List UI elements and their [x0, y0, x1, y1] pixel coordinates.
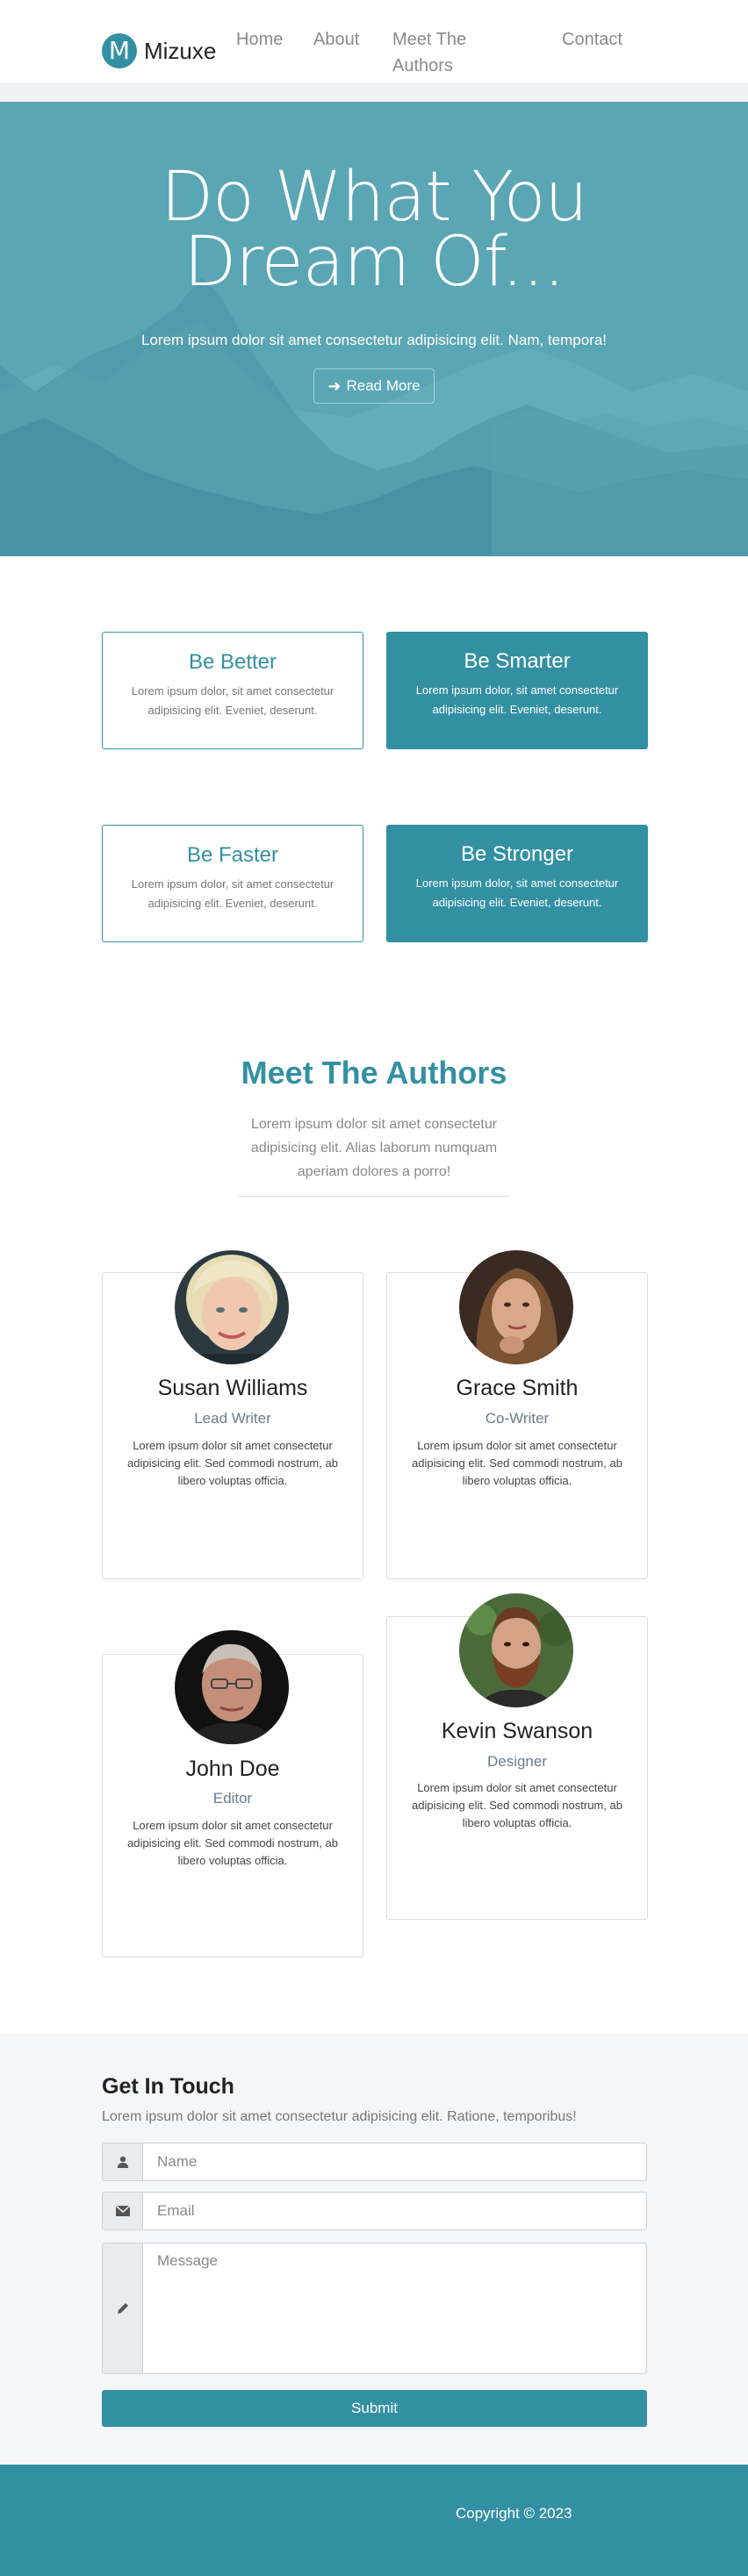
author-bio: Lorem ipsum dolor sit amet consectetur a… — [412, 1439, 622, 1487]
feature-text: Lorem ipsum dolor, sit amet consectetur … — [415, 877, 619, 909]
nav-link-contact[interactable]: Contact — [562, 26, 622, 53]
nav-link-about[interactable]: About — [313, 26, 359, 53]
avatar-image — [459, 1593, 573, 1707]
pencil-icon — [103, 2243, 143, 2373]
feature-box-stronger: Be Stronger Lorem ipsum dolor, sit amet … — [386, 825, 648, 942]
author-bio: Lorem ipsum dolor sit amet consectetur a… — [412, 1781, 622, 1829]
feature-box-better: Be Better Lorem ipsum dolor, sit amet co… — [102, 632, 363, 749]
author-avatar-grace — [459, 1250, 573, 1364]
contact-section: Get In Touch Lorem ipsum dolor sit amet … — [0, 2034, 748, 2465]
read-more-button[interactable]: ➜ Read More — [313, 369, 435, 404]
navbar-shadow-strip — [0, 82, 748, 102]
feature-box-faster: Be Faster Lorem ipsum dolor, sit amet co… — [102, 825, 363, 942]
feature-text: Lorem ipsum dolor, sit amet consectetur … — [131, 877, 334, 910]
copyright-text: Copyright © 2023 — [456, 2505, 572, 2522]
authors-subtitle: Lorem ipsum dolor sit amet consectetur a… — [250, 1117, 498, 1179]
author-role: Designer — [486, 1753, 548, 1770]
email-input[interactable]: Email — [143, 2193, 646, 2229]
feature-title: Be Better — [188, 650, 277, 674]
author-name: Kevin Swanson — [441, 1719, 593, 1743]
author-role: Lead Writer — [194, 1410, 271, 1427]
arrow-right-icon: ➜ — [327, 376, 342, 395]
author-name: John Doe — [185, 1757, 280, 1781]
email-input-group: Email — [102, 2192, 647, 2230]
read-more-label: Read More — [346, 377, 421, 394]
feature-title: Be Smarter — [464, 649, 571, 673]
feature-text: Lorem ipsum dolor, sit amet consectetur … — [415, 683, 619, 716]
author-bio: Lorem ipsum dolor sit amet consectetur a… — [127, 1819, 338, 1867]
name-input-group: Name — [102, 2143, 647, 2181]
nav-link-authors[interactable]: Meet The Authors — [392, 26, 466, 79]
footer: Copyright © 2023 — [0, 2465, 748, 2576]
hero-title-line2: Dream Of... — [183, 223, 565, 302]
message-textarea[interactable]: Message — [143, 2243, 646, 2373]
contact-title: Get In Touch — [102, 2074, 234, 2099]
author-role: Editor — [212, 1790, 253, 1807]
authors-title: Meet The Authors — [241, 1055, 507, 1091]
brand-name: Mizuxe — [144, 37, 217, 64]
hero-section: Do What You Dream Of... Lorem ipsum dolo… — [0, 102, 748, 556]
submit-button[interactable]: Submit — [102, 2390, 647, 2427]
name-input[interactable]: Name — [143, 2143, 646, 2180]
nav-link-authors-line1: Meet The — [392, 30, 467, 49]
brand[interactable]: M Mizuxe — [102, 33, 216, 68]
message-input-group: Message — [102, 2243, 647, 2374]
navbar: M Mizuxe Home About Meet The Authors Con… — [0, 0, 748, 82]
author-name: Susan Williams — [157, 1376, 308, 1400]
avatar-image — [175, 1250, 289, 1364]
author-avatar-kevin — [459, 1593, 573, 1707]
feature-title: Be Stronger — [460, 842, 574, 866]
authors-divider — [239, 1196, 509, 1197]
feature-title: Be Faster — [186, 843, 279, 867]
avatar-image — [175, 1630, 289, 1744]
avatar-image — [459, 1250, 573, 1364]
author-role: Co-Writer — [485, 1410, 550, 1427]
envelope-icon — [103, 2193, 143, 2229]
contact-subtitle: Lorem ipsum dolor sit amet consectetur a… — [102, 2109, 577, 2124]
feature-text: Lorem ipsum dolor, sit amet consectetur … — [131, 684, 334, 717]
hero-title: Do What You Dream Of... — [0, 158, 748, 302]
author-bio: Lorem ipsum dolor sit amet consectetur a… — [127, 1439, 338, 1487]
nav-link-home[interactable]: Home — [236, 26, 283, 53]
author-avatar-susan — [175, 1250, 289, 1364]
brand-logo: M — [102, 33, 137, 68]
hero-subtitle: Lorem ipsum dolor sit amet consectetur a… — [140, 332, 608, 348]
feature-box-smarter: Be Smarter Lorem ipsum dolor, sit amet c… — [386, 632, 648, 749]
author-name: Grace Smith — [456, 1376, 579, 1400]
nav-link-authors-line2: Authors — [392, 56, 453, 75]
hero-title-line1: Do What You — [161, 158, 588, 237]
author-avatar-john — [175, 1630, 289, 1744]
user-icon — [103, 2143, 143, 2180]
